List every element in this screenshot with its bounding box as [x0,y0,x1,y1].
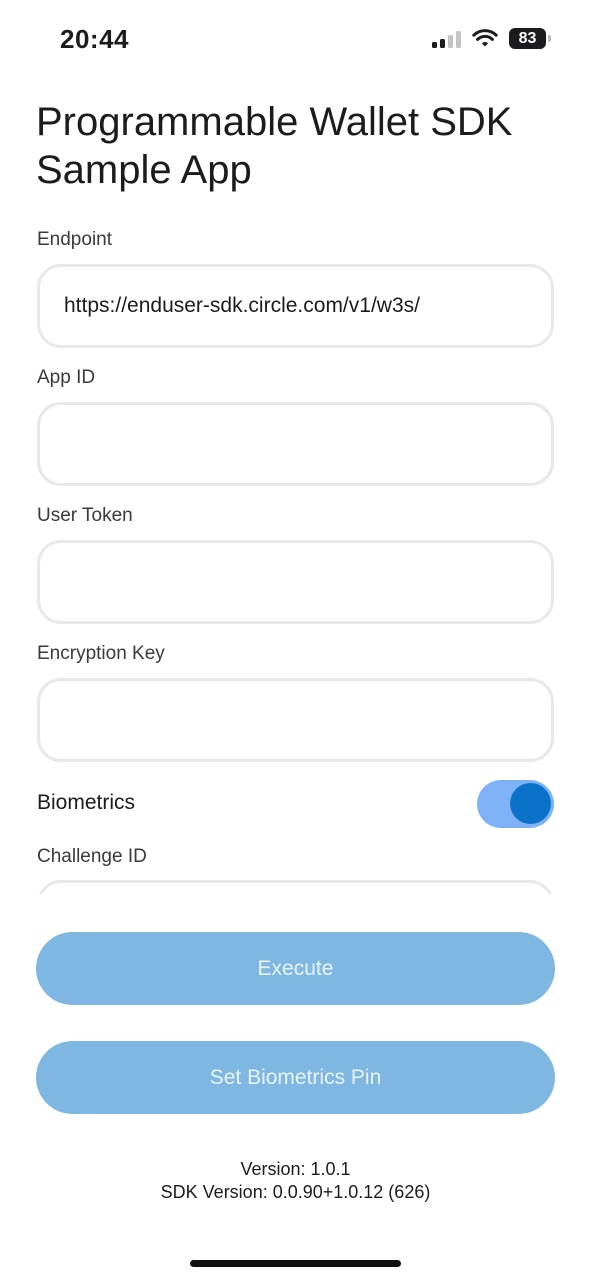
page-title: Programmable Wallet SDK Sample App [36,100,513,192]
app-version: Version: 1.0.1 [240,1159,351,1179]
endpoint-label: Endpoint [37,229,113,250]
biometrics-toggle[interactable] [477,780,554,828]
set-biometrics-pin-button[interactable]: Set Biometrics Pin [36,1041,555,1114]
execute-button[interactable]: Execute [36,932,555,1005]
sdk-version: SDK Version: 0.0.90+1.0.12 (626) [160,1182,431,1202]
endpoint-field[interactable] [37,264,554,348]
user-token-field[interactable] [37,540,554,624]
toggle-knob [510,783,551,824]
status-bar: 20:44 83 [0,0,591,80]
battery-level: 83 [509,28,546,49]
battery-icon: 83 [509,28,551,49]
user-token-label: User Token [37,505,133,526]
status-time: 20:44 [60,24,129,54]
encryption-key-label: Encryption Key [37,643,165,664]
encryption-key-field[interactable] [37,678,554,762]
version-info: Version: 1.0.1 SDK Version: 0.0.90+1.0.1… [0,1158,591,1204]
cellular-signal-icon [432,30,462,48]
home-indicator[interactable] [190,1260,401,1267]
wifi-icon [472,29,498,47]
app-id-field[interactable] [37,402,554,486]
biometrics-label: Biometrics [37,791,136,814]
challenge-id-field[interactable] [37,880,554,894]
challenge-id-label: Challenge ID [37,846,147,867]
app-id-label: App ID [37,367,96,388]
scroll-clip [0,868,591,894]
